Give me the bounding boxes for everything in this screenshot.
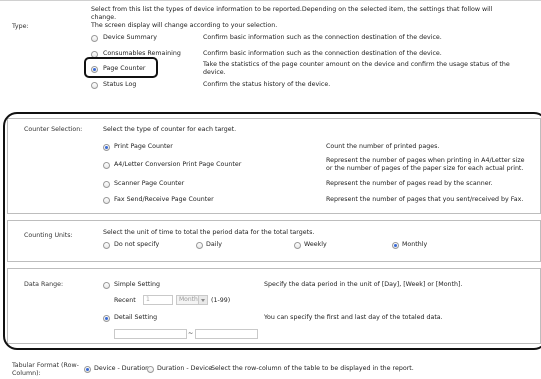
type-intro-line2: change. (91, 14, 117, 21)
type-intro-line3: The screen display will change according… (91, 22, 278, 29)
option-status-log-desc: Confirm the status history of the device… (203, 81, 331, 88)
option-consumables-desc: Confirm basic information such as the co… (203, 50, 442, 57)
option-status-log-label[interactable]: Status Log (103, 81, 136, 89)
type-label: Type: (12, 23, 29, 30)
highlight-page-counter (84, 57, 158, 78)
option-page-counter-desc-line1: Take the statistics of the page counter … (203, 61, 510, 68)
highlight-settings-group (3, 112, 541, 350)
tabular-label-line1: Tabular Format (Row- (12, 362, 79, 369)
tabular-desc: Select the row-column of the table to be… (211, 365, 414, 372)
option-device-summary-label[interactable]: Device Summary (103, 34, 157, 42)
radio-duration-device[interactable] (147, 366, 154, 373)
option-device-summary-desc: Confirm basic information such as the co… (203, 34, 442, 41)
radio-status-log[interactable] (91, 82, 98, 89)
tabular-label-line2: Column): (12, 370, 41, 377)
type-intro-line1: Select from this list the types of devic… (91, 6, 493, 13)
radio-device-summary[interactable] (91, 35, 98, 42)
option-page-counter-desc-line2: device. (203, 69, 226, 76)
radio-device-duration[interactable] (84, 366, 91, 373)
tabular-option2[interactable]: Duration - Device (157, 365, 212, 373)
tabular-option1[interactable]: Device - Duration (94, 365, 149, 373)
top-border (0, 0, 541, 1)
